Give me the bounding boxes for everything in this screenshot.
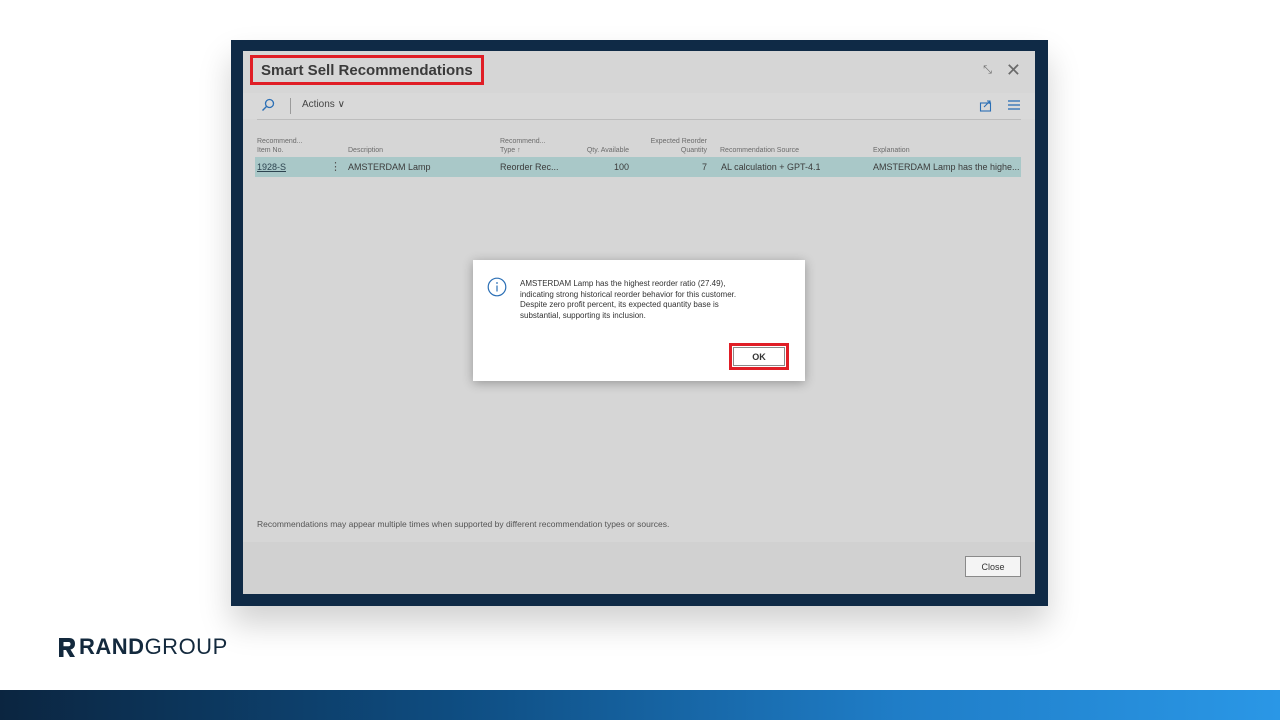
message-dialog: AMSTERDAM Lamp has the highest reorder r… — [473, 260, 805, 381]
search-icon[interactable] — [261, 98, 275, 112]
randgroup-logo: RANDGROUP — [58, 635, 228, 659]
collapse-icon[interactable]: ⤡ — [983, 64, 992, 77]
dialog-message-line: indicating strong historical reorder beh… — [520, 289, 737, 299]
cell-qty-available: 100 — [613, 162, 629, 172]
cell-description: AMSTERDAM Lamp — [348, 162, 431, 172]
list-view-icon[interactable] — [1007, 99, 1021, 111]
ok-button[interactable]: OK — [733, 347, 785, 366]
column-header-line: Recommend... — [500, 138, 546, 145]
close-button[interactable]: Close — [965, 556, 1021, 577]
row-menu-icon[interactable]: ⋮ — [330, 160, 341, 173]
share-icon[interactable] — [979, 98, 993, 112]
column-header-item-no[interactable]: Recommend... Item No. — [257, 137, 303, 155]
toolbar-separator — [290, 98, 291, 114]
dialog-message: AMSTERDAM Lamp has the highest reorder r… — [520, 279, 788, 321]
column-header-type[interactable]: Recommend... Type ↑ — [500, 137, 546, 155]
column-header-line: Type ↑ — [500, 147, 521, 154]
column-header-description[interactable]: Description — [348, 146, 383, 155]
column-header-line: Expected Reorder — [650, 138, 707, 145]
cell-type: Reorder Rec... — [500, 162, 559, 172]
dialog-message-line: AMSTERDAM Lamp has the highest reorder r… — [520, 279, 726, 288]
cell-expected-qty: 7 — [701, 162, 707, 172]
smart-sell-page: Smart Sell Recommendations ⤡ ✕ Actions ∨ — [243, 51, 1035, 594]
footnote: Recommendations may appear multiple time… — [257, 519, 670, 529]
logo-word-light: GROUP — [144, 634, 228, 659]
close-icon[interactable]: ✕ — [1006, 61, 1021, 79]
column-header-source[interactable]: Recommendation Source — [720, 146, 799, 155]
actions-menu[interactable]: Actions ∨ — [302, 99, 345, 110]
page-footer: Close — [243, 542, 1035, 594]
grid-header: Recommend... Item No. Description Recomm… — [243, 129, 1035, 155]
column-header-qty-available[interactable]: Qty. Available — [559, 146, 629, 155]
cell-source: AL calculation + GPT-4.1 — [721, 162, 821, 172]
dialog-message-line: Despite zero profit percent, its expecte… — [520, 300, 719, 309]
info-icon — [487, 277, 507, 297]
dialog-message-line: substantial, supporting its inclusion. — [520, 310, 646, 320]
cell-explanation: AMSTERDAM Lamp has the highe... — [873, 162, 1019, 172]
window-controls: ⤡ ✕ — [983, 61, 1021, 79]
page-title-highlight: Smart Sell Recommendations — [250, 55, 484, 85]
bottom-gradient-bar — [0, 690, 1280, 720]
toolbar-divider — [257, 119, 1021, 120]
table-row[interactable]: 1928-S ⋮ AMSTERDAM Lamp Reorder Rec... 1… — [255, 157, 1021, 177]
item-no-link[interactable]: 1928-S — [257, 162, 286, 173]
rand-logo-mark-icon — [59, 637, 75, 657]
page-title: Smart Sell Recommendations — [261, 61, 473, 79]
ok-button-highlight: OK — [729, 343, 789, 370]
column-header-line: Item No. — [257, 147, 284, 154]
column-header-expected-qty[interactable]: Expected Reorder Quantity — [627, 137, 707, 155]
column-header-line: Quantity — [680, 147, 707, 154]
slide: Smart Sell Recommendations ⤡ ✕ Actions ∨ — [0, 0, 1280, 720]
logo-word-bold: RAND — [79, 634, 145, 659]
toolbar: Actions ∨ — [243, 93, 1035, 119]
column-header-line: Recommend... — [257, 138, 303, 145]
column-header-explanation[interactable]: Explanation — [873, 146, 910, 155]
logo-wordmark: RANDGROUP — [79, 635, 228, 659]
